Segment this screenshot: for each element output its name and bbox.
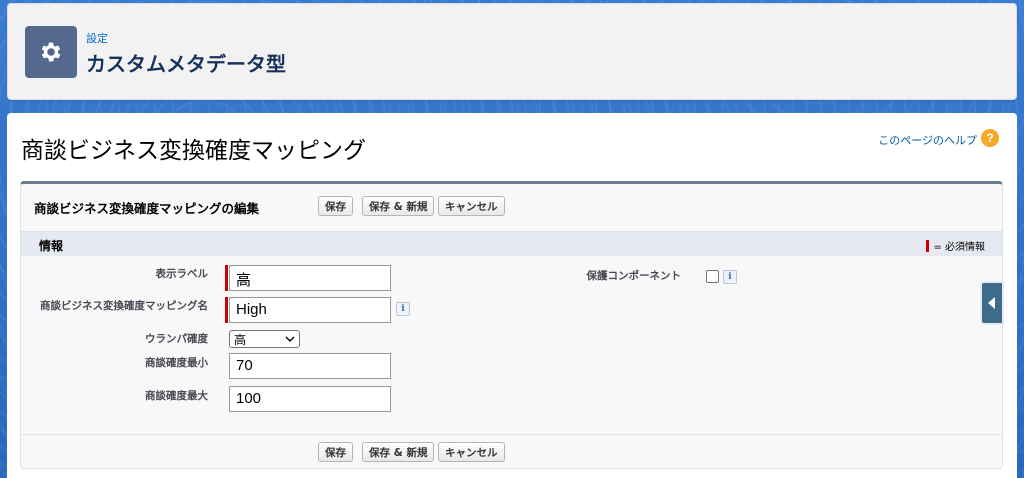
save-button[interactable]: 保存 [318,196,353,216]
main-card: 商談ビジネス変換確度マッピング このページのヘルプ ? 商談ビジネス変換確度マッ… [7,113,1017,478]
cancel-button[interactable]: キャンセル [438,442,505,462]
max-input[interactable]: 100 [229,386,391,412]
header-title: カスタムメタデータ型 [86,52,286,76]
edit-header: 商談ビジネス変換確度マッピングの編集 保存 保存 & 新規 キャンセル [21,184,1002,228]
max-label: 商談確度最大 [145,390,208,402]
breadcrumb[interactable]: 設定 [86,30,108,46]
save-new-button[interactable]: 保存 & 新規 [362,442,435,462]
mapping-name-label: 商談ビジネス変換確度マッピング名 [40,300,208,312]
page-title: 商談ビジネス変換確度マッピング [21,138,366,164]
protected-label: 保護コンポーネント [586,270,682,282]
info-icon[interactable]: i [396,302,410,316]
gear-icon [25,26,77,78]
section-title: 情報 [39,239,64,253]
required-indicator [225,265,228,291]
display-label-label: 表示ラベル [155,268,209,280]
section-header: 情報 = 必須情報 [21,231,1002,256]
chevron-down-icon [285,336,295,342]
protected-checkbox[interactable] [706,270,719,283]
urampa-label: ウランパ確度 [145,333,208,345]
cancel-button[interactable]: キャンセル [438,196,505,216]
save-button[interactable]: 保存 [318,442,353,462]
required-indicator [225,297,228,323]
fields-area: 表示ラベル 高 商談ビジネス変換確度マッピング名 High i ウランパ確度 高… [21,256,1002,431]
footer-buttons: 保存 保存 & 新規 キャンセル [21,434,1002,470]
required-legend-text: = 必須情報 [933,242,985,253]
min-label: 商談確度最小 [145,357,208,369]
required-marker [926,239,930,252]
info-icon[interactable]: i [723,270,737,284]
edit-title: 商談ビジネス変換確度マッピングの編集 [34,201,260,216]
edit-block: 商談ビジネス変換確度マッピングの編集 保存 保存 & 新規 キャンセル 情報 =… [20,181,1003,469]
required-legend: = 必須情報 [926,238,985,253]
urampa-select[interactable]: 高 [229,330,300,348]
chevron-left-icon [988,297,995,309]
min-input[interactable]: 70 [229,353,391,379]
help-icon[interactable]: ? [981,129,999,147]
display-label-input[interactable]: 高 [229,265,391,291]
help-link[interactable]: このページのヘルプ [878,132,977,148]
mapping-name-input[interactable]: High [229,297,391,323]
urampa-select-value: 高 [234,332,247,347]
save-new-button[interactable]: 保存 & 新規 [362,196,435,216]
side-tab[interactable] [980,281,1004,325]
setup-header: 設定 カスタムメタデータ型 [7,3,1017,100]
